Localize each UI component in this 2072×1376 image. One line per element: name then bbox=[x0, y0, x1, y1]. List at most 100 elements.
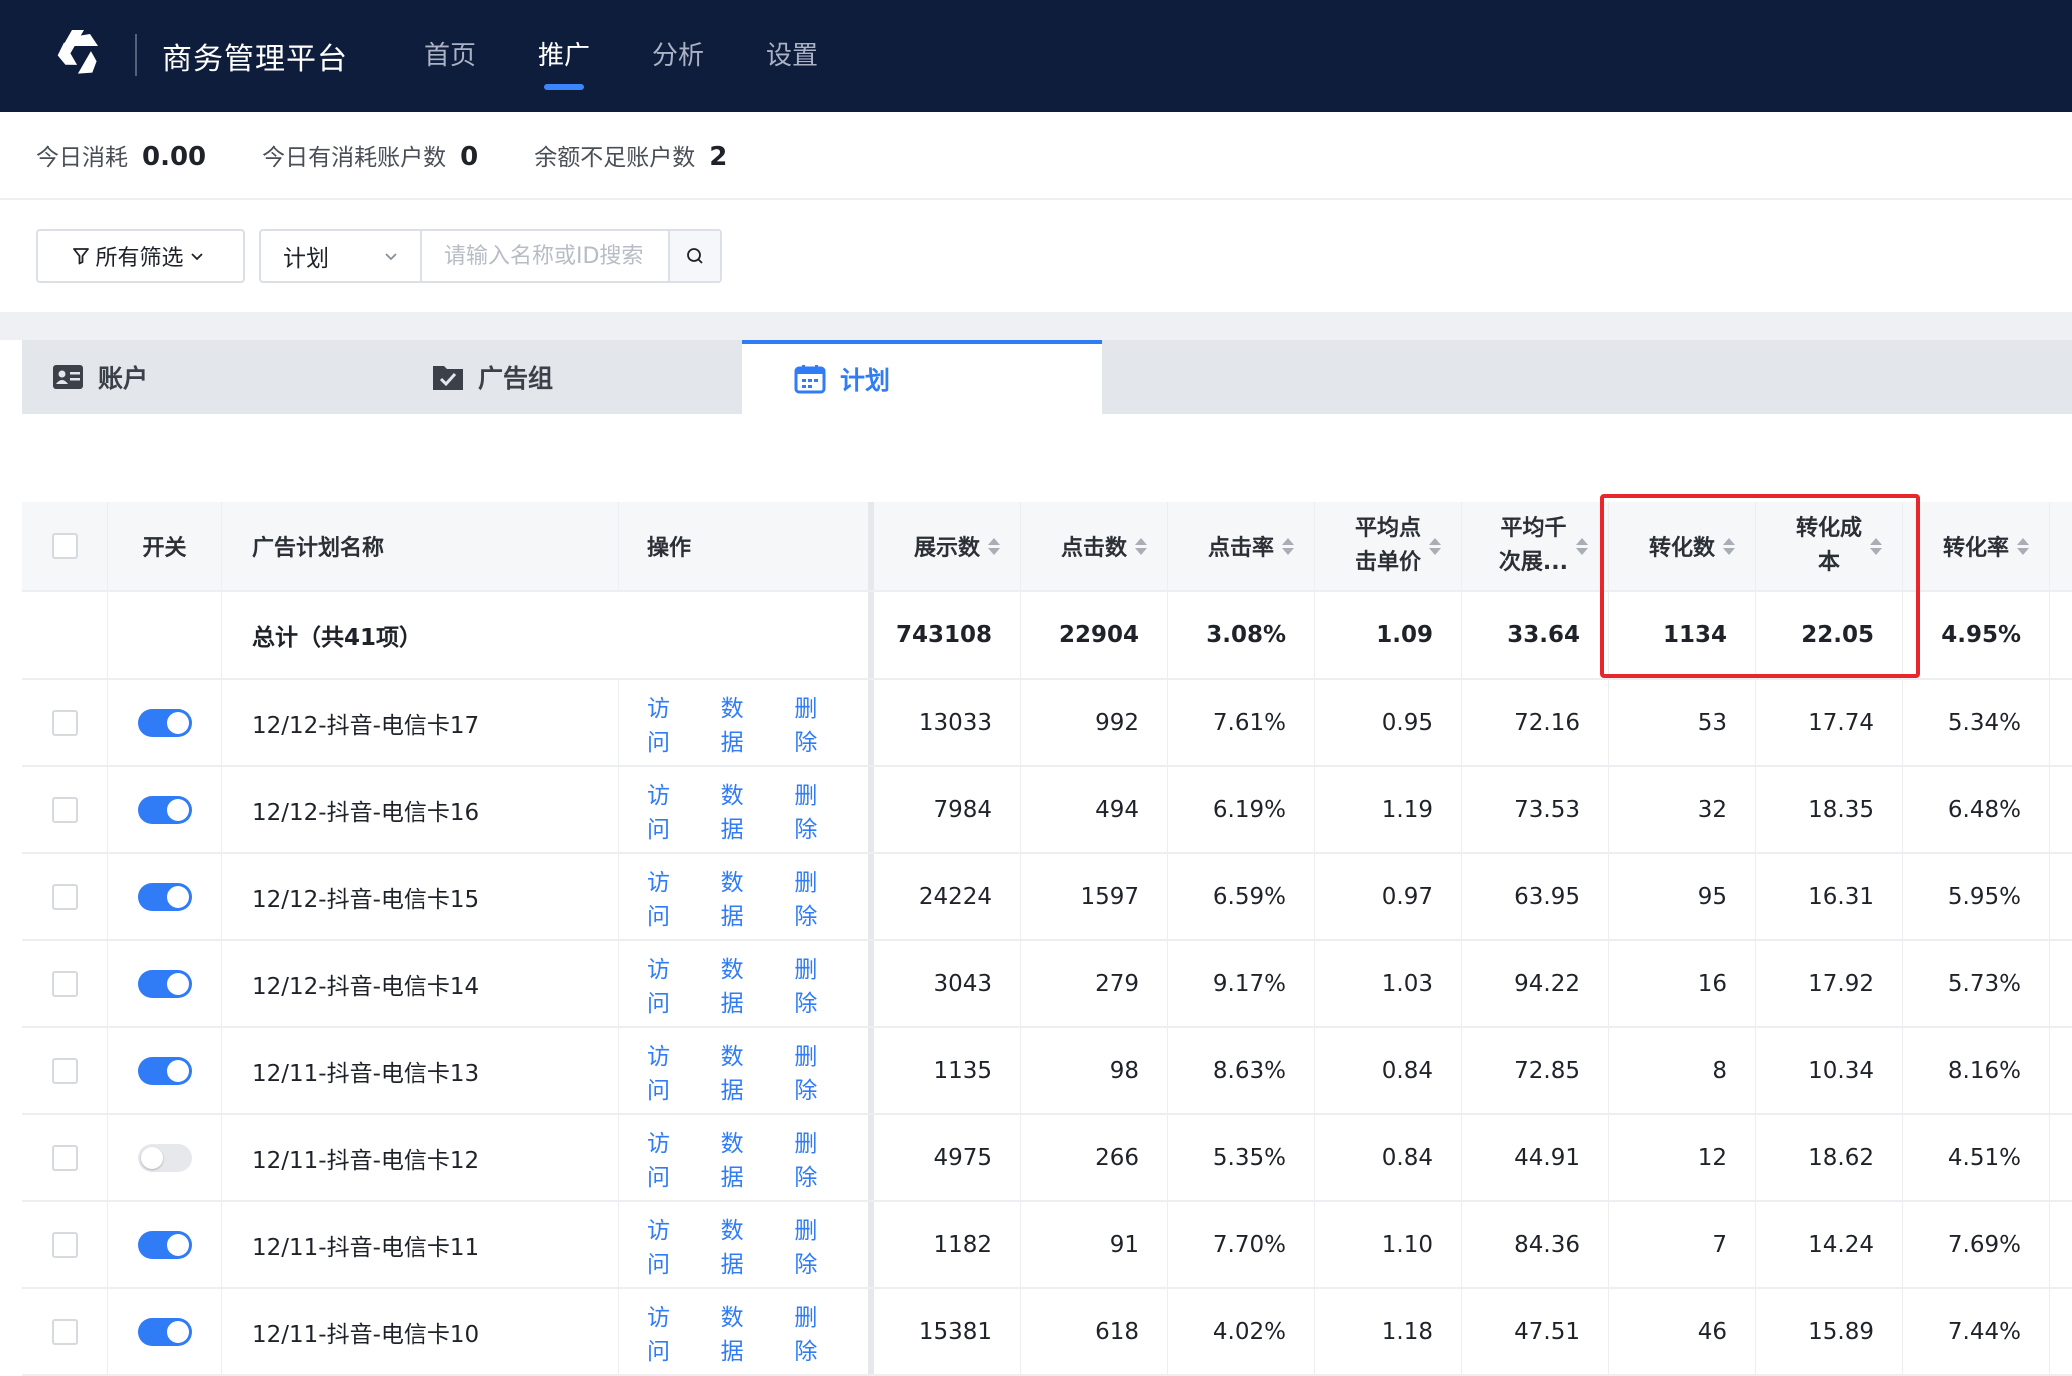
tab-account[interactable]: 账户 bbox=[22, 340, 382, 414]
cell-ctr: 8.63% bbox=[1168, 1028, 1315, 1113]
table-row: 12/12-抖音-电信卡15 访问 数据 删除 24224 1597 6.59% 0.97 63… bbox=[22, 854, 2072, 941]
plan-toggle-switch[interactable] bbox=[137, 708, 192, 737]
sort-icon[interactable] bbox=[988, 537, 1000, 555]
search-button[interactable] bbox=[668, 231, 720, 281]
tab-label: 账户 bbox=[98, 364, 149, 393]
delete-link[interactable]: 删除 bbox=[794, 950, 840, 1018]
nav-item-home[interactable]: 首页 bbox=[424, 0, 476, 112]
cell-cpc: 0.84 bbox=[1315, 1115, 1462, 1200]
cell-clicks: 618 bbox=[1021, 1289, 1168, 1374]
data-link[interactable]: 数据 bbox=[721, 863, 767, 931]
logo-divider bbox=[135, 34, 137, 76]
top-nav-bar: 商务管理平台 首页 推广 分析 设置 bbox=[0, 0, 2072, 112]
select-all-checkbox[interactable] bbox=[51, 533, 78, 559]
visit-link[interactable]: 访问 bbox=[647, 776, 693, 844]
delete-link[interactable]: 删除 bbox=[794, 1211, 840, 1279]
cell-ctr: 9.17% bbox=[1168, 941, 1315, 1026]
header-impressions[interactable]: 展示数 bbox=[874, 502, 1021, 590]
nav-item-settings[interactable]: 设置 bbox=[766, 0, 818, 112]
sort-icon[interactable] bbox=[1135, 537, 1147, 555]
row-checkbox[interactable] bbox=[51, 1057, 78, 1084]
tab-plan[interactable]: 计划 bbox=[742, 340, 1102, 414]
visit-link[interactable]: 访问 bbox=[647, 950, 693, 1018]
plan-toggle-switch[interactable] bbox=[137, 1056, 192, 1085]
header-label: 平均点 击单价 bbox=[1354, 516, 1421, 575]
cell-cpa: 10.34 bbox=[1756, 1028, 1903, 1113]
cell-conversions: 12 bbox=[1609, 1115, 1756, 1200]
row-checkbox[interactable] bbox=[51, 883, 78, 910]
header-clicks[interactable]: 点击数 bbox=[1021, 502, 1168, 590]
delete-link[interactable]: 删除 bbox=[794, 689, 840, 757]
cell-ctr: 5.35% bbox=[1168, 1115, 1315, 1200]
visit-link[interactable]: 访问 bbox=[647, 1124, 693, 1192]
main-nav: 首页 推广 分析 设置 bbox=[424, 0, 880, 112]
nav-item-promotion[interactable]: 推广 bbox=[538, 0, 590, 112]
data-link[interactable]: 数据 bbox=[721, 1037, 767, 1105]
plan-toggle-switch[interactable] bbox=[137, 795, 192, 824]
plan-toggle-switch[interactable] bbox=[137, 882, 192, 911]
plan-name: 12/11-抖音-电信卡12 bbox=[222, 1115, 619, 1200]
total-cpc: 1.09 bbox=[1315, 592, 1462, 678]
row-checkbox[interactable] bbox=[51, 1144, 78, 1171]
data-link[interactable]: 数据 bbox=[721, 950, 767, 1018]
header-cvr[interactable]: 转化率 bbox=[1903, 502, 2050, 590]
data-link[interactable]: 数据 bbox=[721, 1124, 767, 1192]
cell-cpm: 47.51 bbox=[1462, 1289, 1609, 1374]
delete-link[interactable]: 删除 bbox=[794, 1124, 840, 1192]
sort-icon[interactable] bbox=[2017, 537, 2029, 555]
data-link[interactable]: 数据 bbox=[721, 689, 767, 757]
plan-name: 12/11-抖音-电信卡13 bbox=[222, 1028, 619, 1113]
visit-link[interactable]: 访问 bbox=[647, 689, 693, 757]
cell-impressions: 1182 bbox=[874, 1202, 1021, 1287]
search-input[interactable] bbox=[422, 231, 668, 281]
tab-ad-group[interactable]: 广告组 bbox=[412, 340, 742, 414]
row-switch-cell bbox=[108, 1028, 222, 1113]
cell-clicks: 494 bbox=[1021, 767, 1168, 852]
cell-cpm: 72.85 bbox=[1462, 1028, 1609, 1113]
visit-link[interactable]: 访问 bbox=[647, 1037, 693, 1105]
sort-icon[interactable] bbox=[1282, 537, 1294, 555]
header-ctr[interactable]: 点击率 bbox=[1168, 502, 1315, 590]
data-link[interactable]: 数据 bbox=[721, 1211, 767, 1279]
row-checkbox[interactable] bbox=[51, 1318, 78, 1345]
table-row: 12/11-抖音-电信卡11 访问 数据 删除 1182 91 7.70% 1.10 84.36… bbox=[22, 1202, 2072, 1289]
delete-link[interactable]: 删除 bbox=[794, 776, 840, 844]
data-link[interactable]: 数据 bbox=[721, 1298, 767, 1366]
sort-icon[interactable] bbox=[1429, 537, 1441, 555]
search-scope-select[interactable]: 计划 bbox=[261, 231, 422, 281]
row-checkbox[interactable] bbox=[51, 970, 78, 997]
visit-link[interactable]: 访问 bbox=[647, 1211, 693, 1279]
plan-toggle-switch[interactable] bbox=[137, 1317, 192, 1346]
sort-icon[interactable] bbox=[1576, 537, 1588, 555]
plan-toggle-switch[interactable] bbox=[137, 1143, 192, 1172]
cell-clicks: 266 bbox=[1021, 1115, 1168, 1200]
header-cpm[interactable]: 平均千 次展... bbox=[1462, 502, 1609, 590]
row-switch-cell bbox=[108, 1115, 222, 1200]
row-checkbox[interactable] bbox=[51, 796, 78, 823]
table-row: 12/12-抖音-电信卡17 访问 数据 删除 13033 992 7.61% 0.95 72.… bbox=[22, 680, 2072, 767]
row-ops: 访问 数据 删除 bbox=[619, 941, 868, 1026]
delete-link[interactable]: 删除 bbox=[794, 1037, 840, 1105]
plan-toggle-switch[interactable] bbox=[137, 969, 192, 998]
delete-link[interactable]: 删除 bbox=[794, 863, 840, 931]
triangle-logo-icon[interactable] bbox=[50, 24, 110, 84]
row-checkbox-cell bbox=[22, 1289, 108, 1374]
data-link[interactable]: 数据 bbox=[721, 776, 767, 844]
plan-toggle-switch[interactable] bbox=[137, 1230, 192, 1259]
stat-label: 余额不足账户数 bbox=[534, 145, 696, 171]
nav-item-analysis[interactable]: 分析 bbox=[652, 0, 704, 112]
row-checkbox[interactable] bbox=[51, 1231, 78, 1258]
cell-ctr: 6.59% bbox=[1168, 854, 1315, 939]
stats-bar: 今日消耗 0.00 今日有消耗账户数 0 余额不足账户数 2 bbox=[0, 112, 2072, 200]
visit-link[interactable]: 访问 bbox=[647, 863, 693, 931]
header-cpc[interactable]: 平均点 击单价 bbox=[1315, 502, 1462, 590]
delete-link[interactable]: 删除 bbox=[794, 1298, 840, 1366]
search-group: 计划 bbox=[259, 229, 722, 283]
table-row: 12/11-抖音-电信卡10 访问 数据 删除 15381 618 4.02% 1.18 47.… bbox=[22, 1289, 2072, 1376]
row-checkbox[interactable] bbox=[51, 709, 78, 736]
all-filters-button[interactable]: 所有筛选 bbox=[36, 229, 245, 283]
all-filters-label: 所有筛选 bbox=[95, 246, 184, 271]
header-label: 平均千 次展... bbox=[1498, 516, 1568, 575]
visit-link[interactable]: 访问 bbox=[647, 1298, 693, 1366]
chevron-down-icon bbox=[190, 253, 203, 261]
